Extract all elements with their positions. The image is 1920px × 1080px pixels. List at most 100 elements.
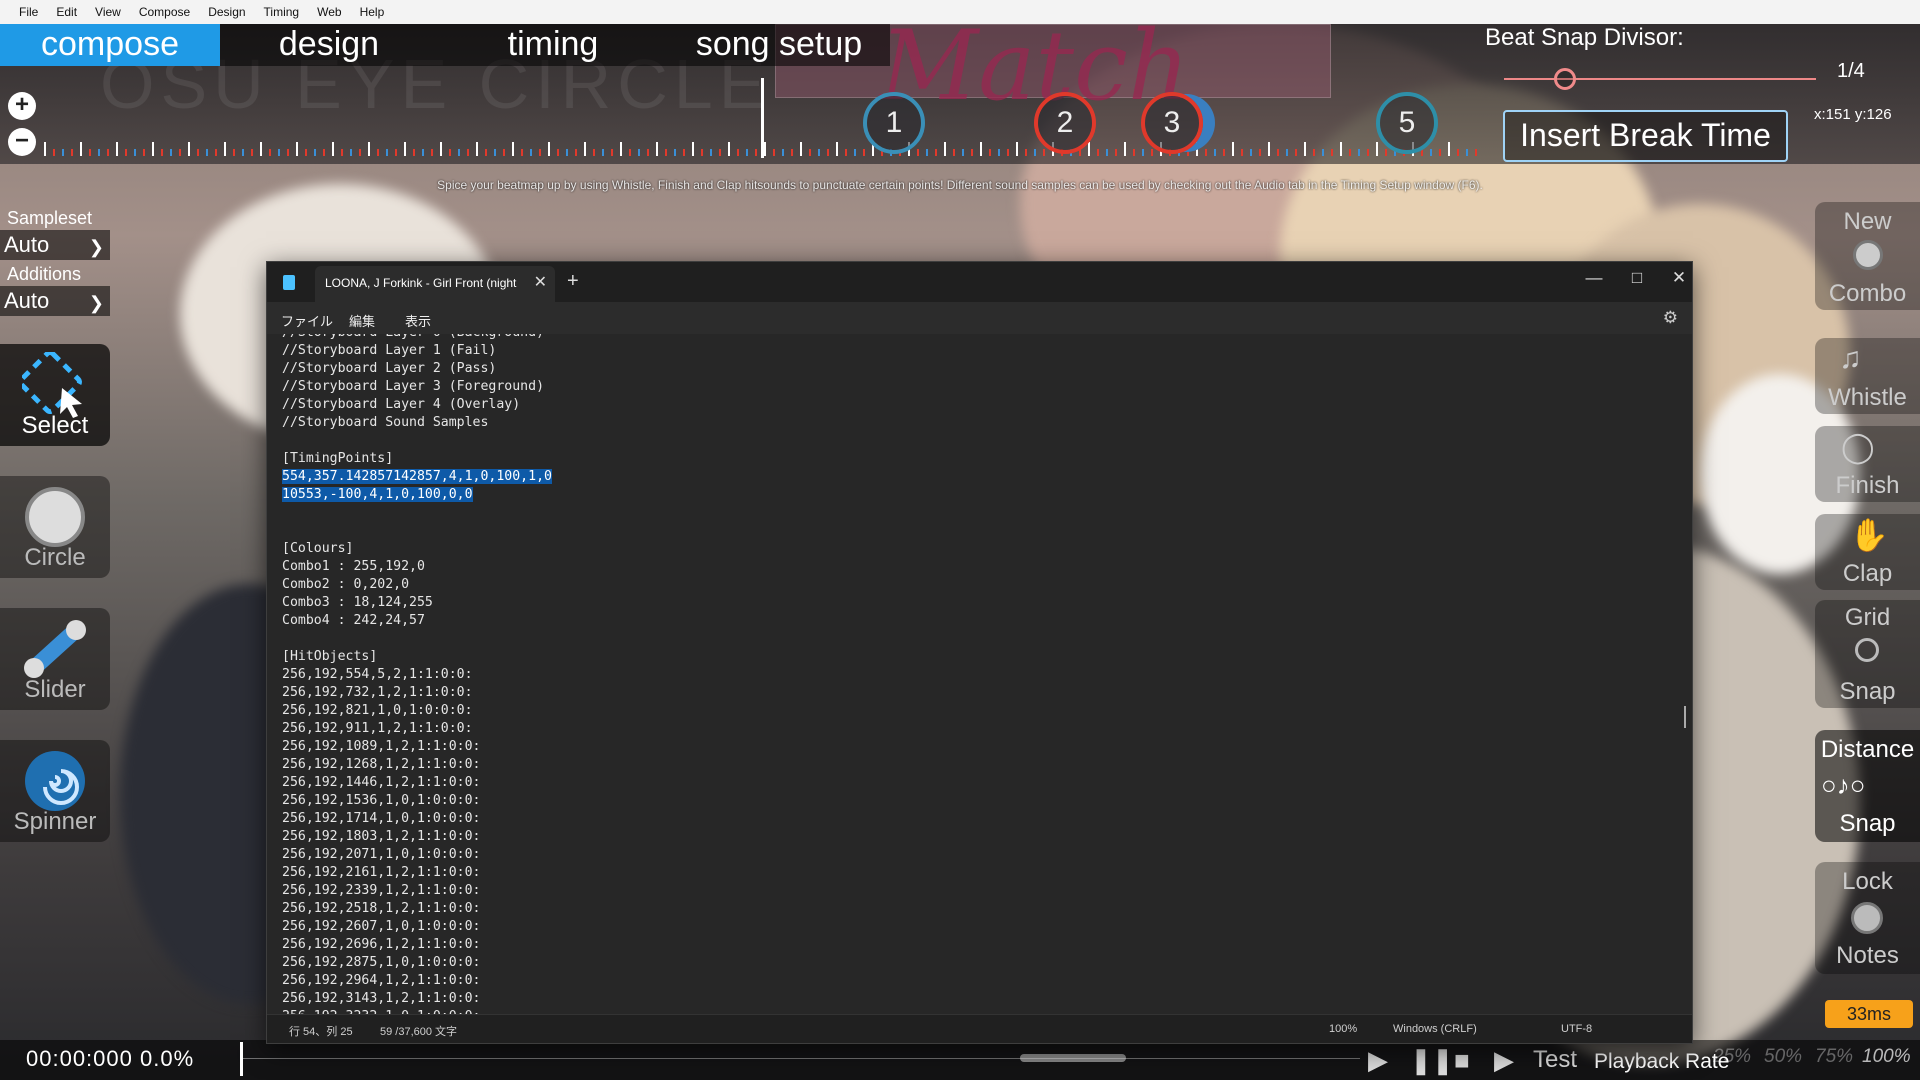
timeline-tick	[1250, 149, 1252, 156]
close-tab-icon[interactable]: ✕	[534, 272, 547, 292]
timeline-tick	[944, 142, 946, 156]
zoom-in-button[interactable]: +	[8, 92, 36, 120]
timeline-circle[interactable]: 2	[1034, 92, 1096, 154]
beat-snap-slider[interactable]	[1504, 78, 1816, 80]
distance-snap-toggle[interactable]: Distance ○♪○ Snap	[1815, 730, 1920, 842]
clap-toggle[interactable]: ✋ Clap	[1815, 514, 1920, 590]
whistle-toggle[interactable]: ♫ Whistle	[1815, 338, 1920, 414]
minimize-icon[interactable]: —	[1579, 268, 1609, 288]
timeline-tick	[1448, 142, 1450, 156]
notepad-menu-view[interactable]: 表示	[405, 311, 431, 330]
tab-song-setup[interactable]: song setup	[668, 24, 890, 66]
timeline-tick	[1367, 149, 1369, 156]
text-line-content: Combo4 : 242,24,57	[282, 613, 425, 628]
notepad-tab[interactable]: LOONA, J Forkink - Girl Front (night ✕	[315, 266, 555, 302]
additions-dropdown[interactable]: Auto ❯	[0, 286, 110, 316]
timeline-tick	[1187, 149, 1189, 156]
timeline-tick	[521, 149, 523, 156]
timeline-tick	[188, 142, 190, 156]
timeline-circle[interactable]: 3	[1141, 92, 1203, 154]
notepad-menu-edit[interactable]: 編集	[349, 311, 375, 330]
menu-edit[interactable]: Edit	[47, 5, 86, 19]
text-line-content: [TimingPoints]	[282, 451, 394, 466]
menu-file[interactable]: File	[10, 5, 47, 19]
new-combo-toggle[interactable]: New Combo	[1815, 202, 1920, 310]
text-line-content: //Storyboard Sound Samples	[282, 415, 489, 430]
menu-help[interactable]: Help	[351, 5, 394, 19]
stop-icon[interactable]: ■	[1454, 1045, 1470, 1076]
rate-75[interactable]: 75%	[1815, 1046, 1853, 1068]
timeline-scrollbar[interactable]	[1020, 1054, 1126, 1062]
menu-view[interactable]: View	[86, 5, 130, 19]
timecode: 00:00:000 0.0%	[26, 1046, 194, 1072]
text-line-content: 10553,-100,4,1,0,100,0,0	[282, 487, 473, 502]
timeline-tick	[287, 149, 289, 156]
text-line-content: 256,192,732,1,2,1:1:0:0:	[282, 685, 473, 700]
close-window-icon[interactable]: ✕	[1664, 268, 1694, 288]
play-icon[interactable]: ▶	[1368, 1045, 1388, 1076]
timeline-tick	[80, 142, 82, 156]
timeline-tick	[431, 149, 433, 156]
timeline-tick	[71, 149, 73, 156]
test-button[interactable]: Test	[1533, 1046, 1577, 1074]
text-line: 256,192,2696,1,2,1:1:0:0:	[282, 936, 552, 954]
song-progress-marker[interactable]	[240, 1042, 243, 1076]
timeline-tick	[98, 149, 100, 156]
sampleset-dropdown[interactable]: Auto ❯	[0, 230, 110, 260]
song-progress-track[interactable]	[240, 1058, 1360, 1059]
menu-web[interactable]: Web	[308, 5, 350, 19]
timeline-tick	[1034, 149, 1036, 156]
whistle-icon: ♫	[1839, 342, 1862, 375]
text-line-content: //Storyboard Layer 2 (Pass)	[282, 361, 497, 376]
menu-timing[interactable]: Timing	[255, 5, 309, 19]
timeline-circle[interactable]: 1	[863, 92, 925, 154]
tool-select[interactable]: Select	[0, 344, 110, 446]
timeline-tick	[1124, 142, 1126, 156]
pause-icon[interactable]: ❚❚	[1410, 1045, 1454, 1076]
text-line-content: 256,192,1089,1,2,1:1:0:0:	[282, 739, 481, 754]
timeline-tick	[1205, 149, 1207, 156]
encoding: UTF-8	[1561, 1023, 1593, 1035]
zoom-out-button[interactable]: −	[8, 128, 36, 156]
text-line-content: [Colours]	[282, 541, 354, 556]
text-line: 256,192,1089,1,2,1:1:0:0:	[282, 738, 552, 756]
text-line: 256,192,821,1,0,1:0:0:0:	[282, 702, 552, 720]
vertical-scrollbar[interactable]	[1684, 706, 1686, 728]
lock-notes-toggle[interactable]: Lock Notes	[1815, 862, 1920, 974]
timeline-tick	[1457, 149, 1459, 156]
test-camera-icon[interactable]: ▶	[1494, 1045, 1514, 1076]
tab-compose[interactable]: compose	[0, 24, 220, 66]
tab-timing[interactable]: timing	[438, 24, 668, 66]
tab-design[interactable]: design	[220, 24, 438, 66]
rate-50[interactable]: 50%	[1764, 1046, 1802, 1068]
timeline-tick	[557, 149, 559, 156]
insert-break-time-button[interactable]: Insert Break Time	[1503, 110, 1788, 162]
notepad-text-area[interactable]: //Storyboard Layer 0 (Background) //Story…	[267, 334, 1692, 1016]
text-line-content: //Storyboard Layer 3 (Foreground)	[282, 379, 545, 394]
new-tab-icon[interactable]: +	[567, 270, 579, 293]
text-line: 256,192,911,1,2,1:1:0:0:	[282, 720, 552, 738]
beat-snap-slider-knob[interactable]	[1554, 68, 1576, 90]
rate-100[interactable]: 100%	[1862, 1046, 1911, 1068]
timeline[interactable]	[44, 142, 1484, 156]
timeline-circle[interactable]: 5	[1376, 92, 1438, 154]
text-line-content: //Storyboard Layer 0 (Background)	[282, 334, 544, 340]
timeline-tick	[1385, 149, 1387, 156]
tool-circle[interactable]: Circle	[0, 476, 110, 578]
menu-compose[interactable]: Compose	[130, 5, 199, 19]
maximize-icon[interactable]: □	[1622, 268, 1652, 288]
tool-spinner[interactable]: Spinner	[0, 740, 110, 842]
grid-snap-toggle[interactable]: Grid Snap	[1815, 600, 1920, 708]
gear-icon[interactable]: ⚙	[1663, 308, 1678, 328]
rate-25[interactable]: 25%	[1713, 1046, 1751, 1068]
latency-badge: 33ms	[1825, 1000, 1913, 1028]
timeline-tick	[278, 149, 280, 156]
menu-design[interactable]: Design	[199, 5, 254, 19]
finish-toggle[interactable]: ◯ Finish	[1815, 426, 1920, 502]
timeline-tick	[728, 142, 730, 156]
notepad-menu-file[interactable]: ファイル	[281, 311, 333, 330]
timeline-tick	[359, 149, 361, 156]
timeline-tick	[1322, 149, 1324, 156]
tool-slider[interactable]: Slider	[0, 608, 110, 710]
timeline-tick	[629, 149, 631, 156]
